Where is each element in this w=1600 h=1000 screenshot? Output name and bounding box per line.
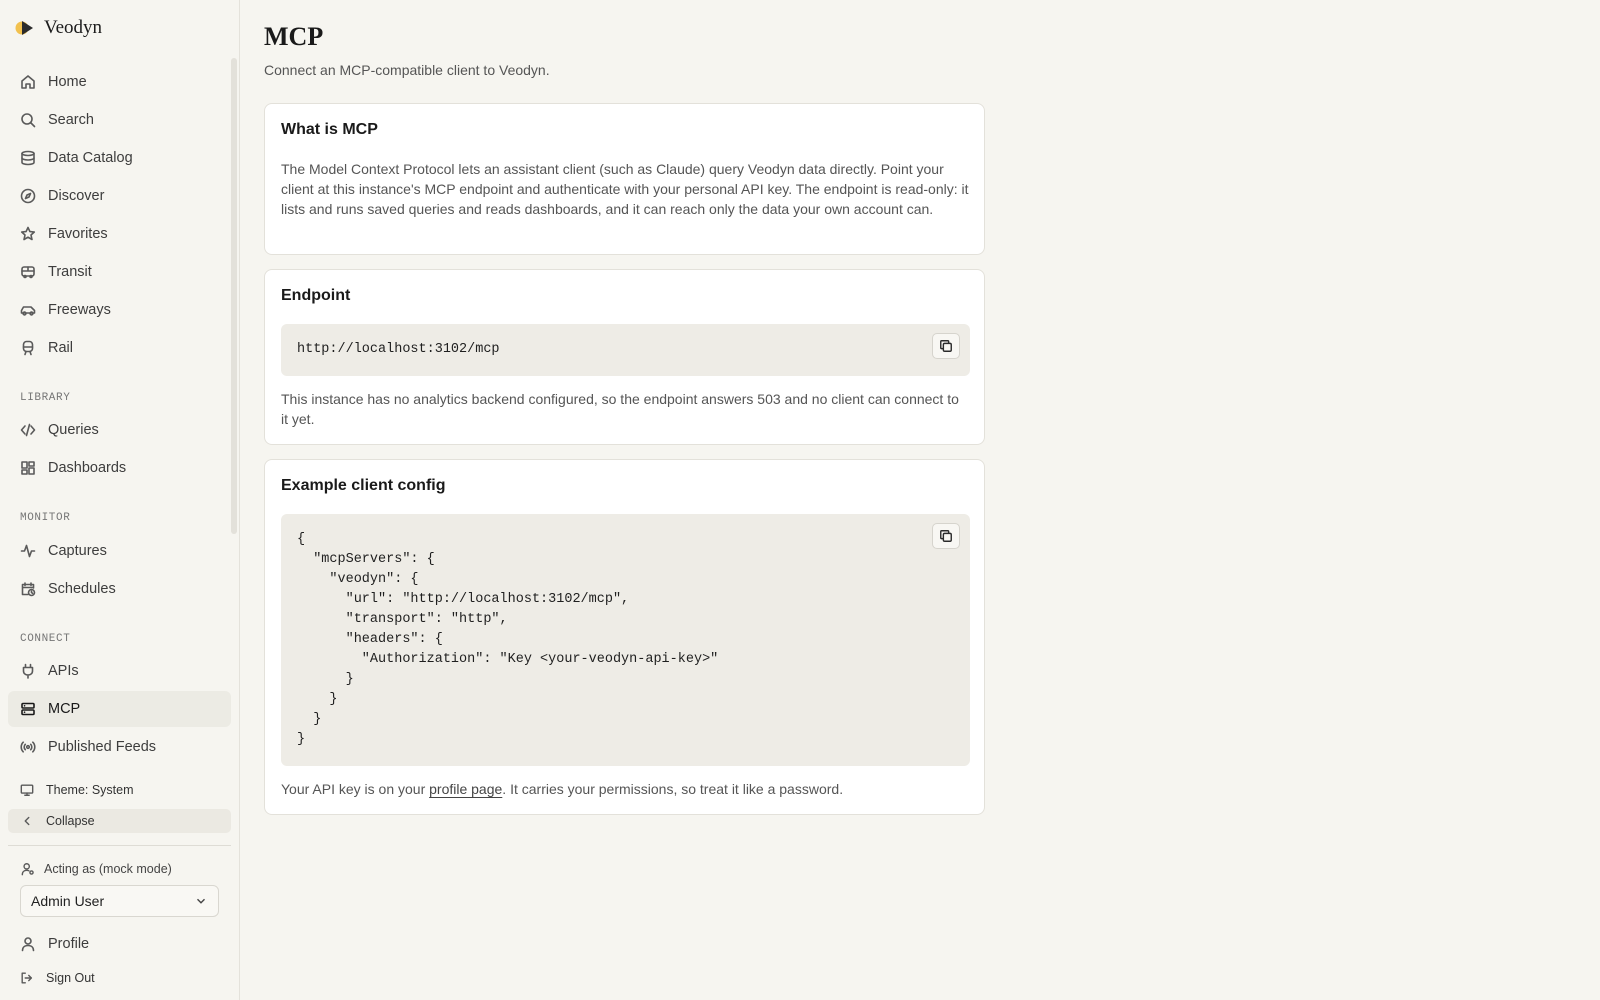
sidebar-item-data-catalog[interactable]: Data Catalog xyxy=(8,140,231,176)
sidebar-scrollbar[interactable] xyxy=(231,58,237,534)
sidebar-item-label: Freeways xyxy=(48,302,111,318)
brand[interactable]: Veodyn xyxy=(14,14,102,42)
acting-as-label: Acting as (mock mode) xyxy=(20,862,172,876)
chevron-left-icon xyxy=(24,816,30,826)
sidebar-item-label: MCP xyxy=(48,701,81,717)
user-cog-icon xyxy=(21,863,34,876)
sidebar-item-rail[interactable]: Rail xyxy=(8,330,231,366)
sidebar-item-captures[interactable]: Captures xyxy=(8,533,231,569)
compass-icon xyxy=(20,188,36,204)
calendar-clock-icon xyxy=(21,582,36,597)
home-icon xyxy=(21,75,35,89)
search-icon xyxy=(21,113,36,128)
sidebar-item-label: Schedules xyxy=(48,581,116,597)
chevron-down-icon xyxy=(197,898,205,904)
card-title: What is MCP xyxy=(281,121,378,138)
sidebar-item-dashboards[interactable]: Dashboards xyxy=(8,450,231,486)
dashboard-icon xyxy=(21,461,35,475)
sidebar-item-freeways[interactable]: Freeways xyxy=(8,292,231,328)
collapse-button[interactable]: Collapse xyxy=(8,809,231,833)
api-key-note-suffix: . It carries your permissions, so treat … xyxy=(502,781,844,797)
sidebar: Veodyn Home Search Data Catalog Discover… xyxy=(0,0,240,1000)
sidebar-item-label: Data Catalog xyxy=(48,150,133,166)
section-label-library: LIBRARY xyxy=(20,392,71,404)
what-is-mcp-body: The Model Context Protocol lets an assis… xyxy=(281,161,969,217)
broadcast-icon xyxy=(20,741,36,753)
card-title: Endpoint xyxy=(281,287,351,304)
sidebar-item-profile[interactable]: Profile xyxy=(8,926,231,962)
section-label-monitor: MONITOR xyxy=(20,512,71,524)
plug-icon xyxy=(22,663,34,679)
sign-out-label: Sign Out xyxy=(46,971,95,985)
sidebar-item-label: Rail xyxy=(48,340,73,356)
endpoint-card: Endpoint http://localhost:3102/mcp This … xyxy=(264,269,985,445)
page-title: MCP xyxy=(264,22,324,51)
copy-icon xyxy=(940,530,952,542)
profile-page-link[interactable]: profile page xyxy=(429,781,502,797)
activity-icon xyxy=(20,544,36,558)
page-subtitle: Connect an MCP-compatible client to Veod… xyxy=(264,62,550,78)
sidebar-item-discover[interactable]: Discover xyxy=(8,178,231,214)
acting-user-select[interactable]: Admin User xyxy=(20,885,219,917)
sidebar-item-label: Queries xyxy=(48,422,99,438)
theme-label: Theme: System xyxy=(46,783,134,797)
sidebar-item-label: Favorites xyxy=(48,226,108,242)
sidebar-item-published-feeds[interactable]: Published Feeds xyxy=(8,729,231,765)
sign-out-button[interactable]: Sign Out xyxy=(8,966,231,990)
sidebar-item-queries[interactable]: Queries xyxy=(8,412,231,448)
example-config-card: Example client config { "mcpServers": { … xyxy=(264,459,985,815)
sidebar-item-label: Transit xyxy=(48,264,92,280)
copy-icon xyxy=(940,340,952,352)
config-code[interactable]: { "mcpServers": { "veodyn": { "url": "ht… xyxy=(297,530,718,750)
code-icon xyxy=(20,423,36,437)
database-icon xyxy=(21,150,35,166)
sidebar-item-label: APIs xyxy=(48,663,79,679)
api-key-note: Your API key is on your profile page. It… xyxy=(281,779,969,799)
section-label-connect: CONNECT xyxy=(20,633,71,645)
sidebar-item-home[interactable]: Home xyxy=(8,64,231,100)
endpoint-url[interactable]: http://localhost:3102/mcp xyxy=(297,340,500,360)
theme-toggle[interactable]: Theme: System xyxy=(8,778,231,802)
endpoint-code-box: http://localhost:3102/mcp xyxy=(281,324,970,376)
sidebar-item-label: Search xyxy=(48,112,94,128)
sidebar-item-label: Profile xyxy=(48,936,90,952)
sidebar-divider xyxy=(8,845,231,846)
app-name: Veodyn xyxy=(44,17,103,38)
sidebar-item-schedules[interactable]: Schedules xyxy=(8,571,231,607)
acting-user-value: Admin User xyxy=(31,893,105,909)
veodyn-logo-icon xyxy=(15,21,33,35)
sidebar-item-transit[interactable]: Transit xyxy=(8,254,231,290)
log-out-icon xyxy=(21,972,33,984)
sidebar-item-search[interactable]: Search xyxy=(8,102,231,138)
server-icon xyxy=(21,702,35,716)
card-title: Example client config xyxy=(281,477,446,494)
sidebar-item-label: Published Feeds xyxy=(48,739,157,755)
api-key-note-prefix: Your API key is on your xyxy=(281,781,430,797)
sidebar-item-label: Home xyxy=(48,74,87,90)
endpoint-note: This instance has no analytics backend c… xyxy=(281,391,959,427)
acting-as-text: Acting as (mock mode) xyxy=(44,862,172,876)
monitor-icon xyxy=(20,784,34,796)
sidebar-item-label: Discover xyxy=(48,188,105,204)
star-icon xyxy=(20,226,36,241)
config-code-box: { "mcpServers": { "veodyn": { "url": "ht… xyxy=(281,514,970,766)
collapse-label: Collapse xyxy=(46,814,95,828)
sidebar-item-apis[interactable]: APIs xyxy=(8,653,231,689)
car-icon xyxy=(20,306,36,316)
bus-icon xyxy=(21,266,35,279)
user-icon xyxy=(21,937,35,952)
sidebar-item-label: Captures xyxy=(48,543,107,559)
train-icon xyxy=(22,340,34,356)
sidebar-item-mcp[interactable]: MCP xyxy=(8,691,231,727)
copy-endpoint-button[interactable] xyxy=(932,333,960,359)
sidebar-item-label: Dashboards xyxy=(48,460,127,476)
what-is-mcp-card: What is MCP The Model Context Protocol l… xyxy=(264,103,985,255)
copy-config-button[interactable] xyxy=(932,523,960,549)
sidebar-item-favorites[interactable]: Favorites xyxy=(8,216,231,252)
